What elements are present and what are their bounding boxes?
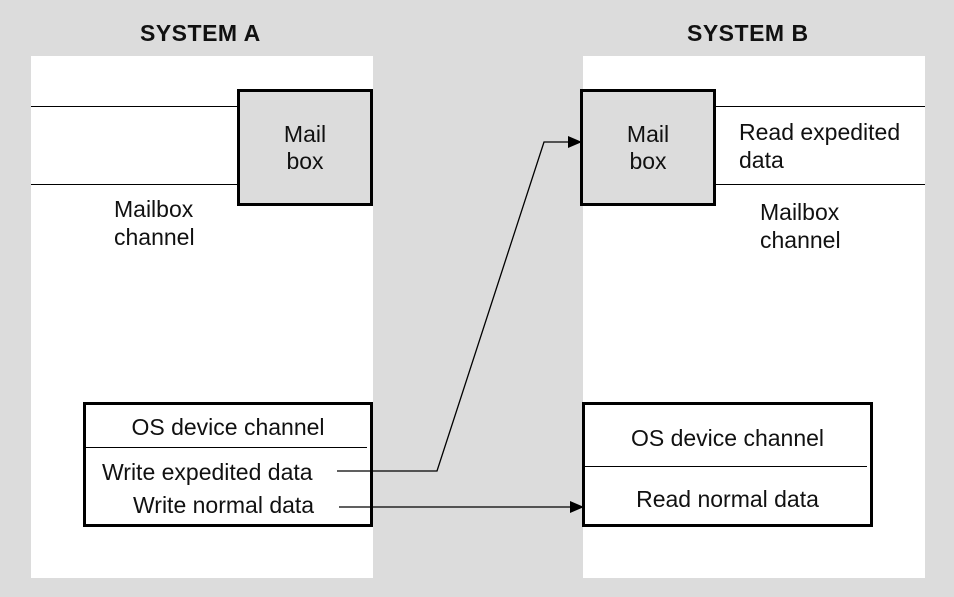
expedited-data-arrow: [337, 141, 572, 472]
connector-arrows: [337, 136, 584, 513]
normal-arrowhead-icon: [570, 501, 584, 513]
expedited-arrowhead-icon: [568, 136, 582, 148]
